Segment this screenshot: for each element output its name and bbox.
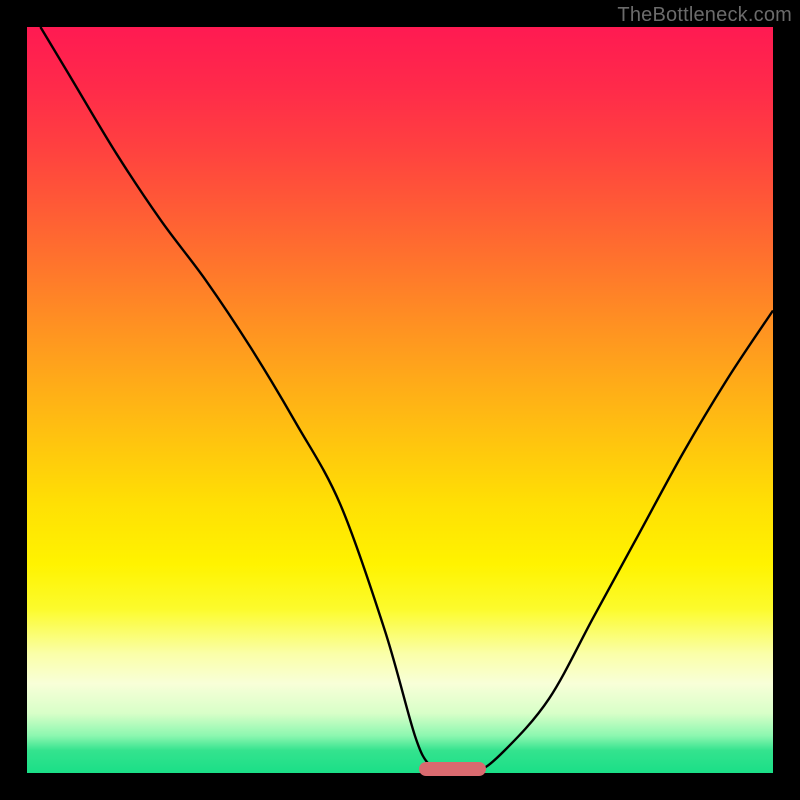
attribution-label: TheBottleneck.com	[617, 4, 792, 27]
bottleneck-curve	[27, 27, 773, 773]
chart-frame: TheBottleneck.com	[0, 0, 800, 800]
plot-area	[27, 27, 773, 773]
curve-path	[40, 27, 773, 773]
optimal-marker	[419, 762, 486, 776]
